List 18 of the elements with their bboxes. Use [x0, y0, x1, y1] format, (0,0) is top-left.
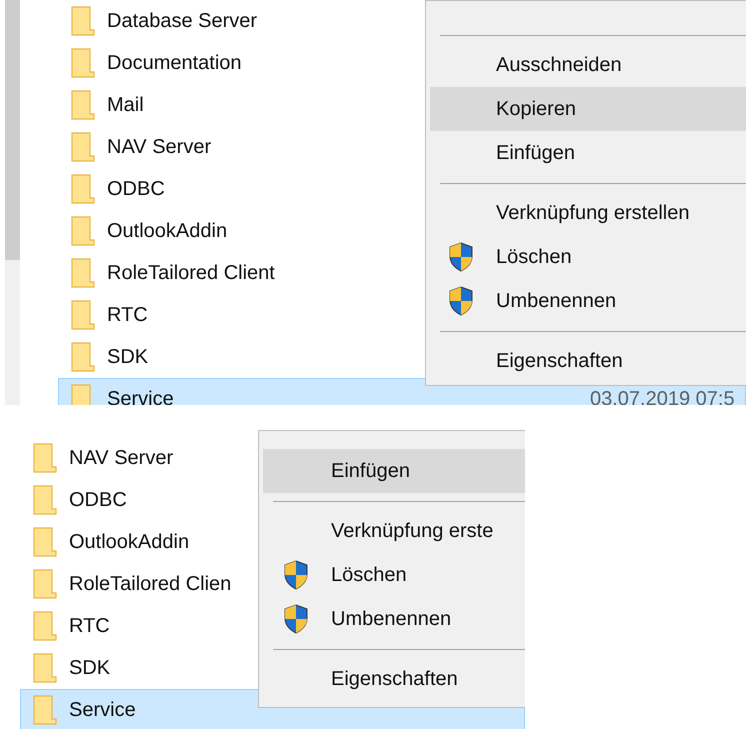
folder-name: Mail — [107, 93, 144, 118]
folder-name: RoleTailored Clien — [69, 572, 232, 597]
folder-name: NAV Server — [69, 446, 174, 471]
folder-name: OutlookAddin — [69, 530, 190, 555]
folder-name: RTC — [107, 303, 148, 328]
folder-name: Database Server — [107, 9, 258, 34]
folder-name: RoleTailored Client — [107, 261, 275, 286]
folder-name: SDK — [69, 656, 110, 681]
folder-name: Service — [69, 698, 136, 723]
folder-name: NAV Server — [107, 135, 212, 160]
folder-name: SDK — [107, 345, 148, 370]
folder-name: RTC — [69, 614, 110, 639]
folder-name: OutlookAddin — [107, 219, 228, 244]
date-modified: 03.07.2019 07:5 — [590, 387, 735, 405]
folder-name: Service — [107, 387, 174, 405]
folder-name: ODBC — [69, 488, 127, 513]
folder-name: ODBC — [107, 177, 165, 202]
folder-name: Documentation — [107, 51, 242, 76]
